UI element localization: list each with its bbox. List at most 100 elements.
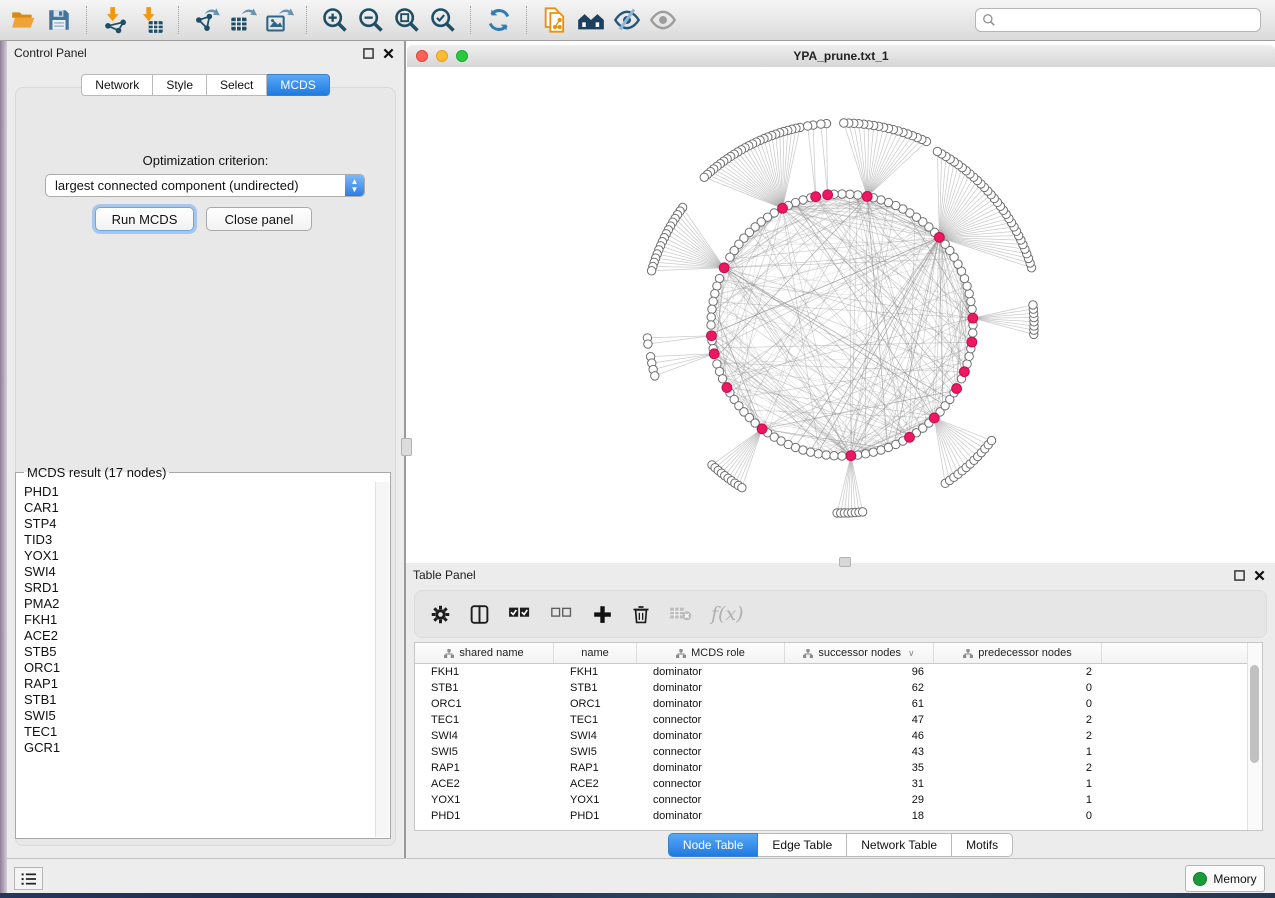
mcds-result-item[interactable]: SWI4 xyxy=(24,564,376,580)
tab-node-table[interactable]: Node Table xyxy=(668,833,759,857)
table-cell: ACE2 xyxy=(554,778,637,790)
table-cell: SWI5 xyxy=(554,746,637,758)
search-input[interactable] xyxy=(975,8,1261,32)
column-browser-button[interactable] xyxy=(469,604,490,625)
mcds-result-item[interactable]: PMA2 xyxy=(24,596,376,612)
run-mcds-button[interactable]: Run MCDS xyxy=(95,207,194,231)
tab-style[interactable]: Style xyxy=(153,74,207,96)
home-views-button[interactable] xyxy=(574,4,608,36)
close-panel-icon[interactable] xyxy=(383,48,394,59)
table-cell: ORC1 xyxy=(415,698,554,710)
export-image-button[interactable] xyxy=(262,4,296,36)
panel-splitter-handle[interactable] xyxy=(401,438,412,456)
tab-network-table[interactable]: Network Table xyxy=(847,833,952,857)
close-panel-button[interactable]: Close panel xyxy=(206,207,312,231)
table-row[interactable]: STB1STB1dominator620 xyxy=(415,680,1262,696)
table-cell: 1 xyxy=(934,794,1102,806)
select-all-button[interactable] xyxy=(508,604,532,624)
zoom-selected-icon xyxy=(429,6,457,34)
open-file-button[interactable] xyxy=(6,4,40,36)
export-network-icon xyxy=(192,6,222,34)
column-type-icon xyxy=(676,649,686,658)
close-panel-icon[interactable] xyxy=(1254,570,1265,581)
hide-selected-button[interactable] xyxy=(610,4,644,36)
table-scrollbar-thumb[interactable] xyxy=(1250,665,1259,763)
mcds-result-item[interactable]: SRD1 xyxy=(24,580,376,596)
memory-button[interactable]: Memory xyxy=(1185,865,1265,892)
task-history-button[interactable] xyxy=(14,867,43,890)
export-network-button[interactable] xyxy=(190,4,224,36)
table-cell: 1 xyxy=(934,746,1102,758)
table-row[interactable]: ORC1ORC1dominator610 xyxy=(415,696,1262,712)
table-row[interactable]: PHD1PHD1dominator180 xyxy=(415,808,1262,824)
table-splitter-handle[interactable] xyxy=(839,557,851,567)
mcds-result-list[interactable]: PHD1CAR1STP4TID3YOX1SWI4SRD1PMA2FKH1ACE2… xyxy=(17,482,376,837)
mcds-list-scrollbar[interactable] xyxy=(375,482,389,837)
table-cell: dominator xyxy=(637,666,785,678)
table-row[interactable]: RAP1RAP1dominator352 xyxy=(415,760,1262,776)
criterion-dropdown[interactable]: largest connected component (undirected)… xyxy=(45,174,365,197)
table-cell: YOX1 xyxy=(554,794,637,806)
network-graph[interactable] xyxy=(407,67,1275,563)
mcds-result-item[interactable]: PHD1 xyxy=(24,484,376,500)
save-session-button[interactable] xyxy=(42,4,76,36)
clone-network-button[interactable] xyxy=(538,4,572,36)
mcds-result-item[interactable]: TID3 xyxy=(24,532,376,548)
column-header-MCDS-role[interactable]: MCDS role xyxy=(637,643,785,663)
table-row[interactable]: FKH1FKH1dominator962 xyxy=(415,664,1262,680)
import-table-icon xyxy=(137,6,165,34)
column-header-name[interactable]: name xyxy=(554,643,637,663)
float-panel-icon[interactable] xyxy=(1234,570,1245,581)
open-folder-icon xyxy=(9,7,37,33)
tab-edge-table[interactable]: Edge Table xyxy=(758,833,847,857)
import-network-button[interactable] xyxy=(98,4,132,36)
tab-mcds[interactable]: MCDS xyxy=(267,74,329,96)
table-row[interactable]: SWI4SWI4dominator462 xyxy=(415,728,1262,744)
table-row[interactable]: TEC1TEC1connector472 xyxy=(415,712,1262,728)
import-table-button[interactable] xyxy=(134,4,168,36)
show-all-button[interactable] xyxy=(646,4,680,36)
control-panel-title: Control Panel xyxy=(7,46,87,60)
mcds-result-item[interactable]: FKH1 xyxy=(24,612,376,628)
clone-network-icon xyxy=(541,6,569,34)
tab-network[interactable]: Network xyxy=(81,74,153,96)
deselect-all-button[interactable] xyxy=(550,604,574,624)
zoom-selected-button[interactable] xyxy=(426,4,460,36)
add-column-button[interactable] xyxy=(592,604,613,625)
mcds-result-item[interactable]: CAR1 xyxy=(24,500,376,516)
table-scrollbar[interactable] xyxy=(1247,643,1262,830)
column-header-predecessor-nodes[interactable]: predecessor nodes xyxy=(934,643,1102,663)
table-row[interactable]: SWI5SWI5connector431 xyxy=(415,744,1262,760)
network-canvas[interactable] xyxy=(407,67,1275,563)
table-options-button[interactable] xyxy=(430,604,451,625)
mcds-result-item[interactable]: STB1 xyxy=(24,692,376,708)
mcds-result-item[interactable]: TEC1 xyxy=(24,724,376,740)
delete-column-button[interactable] xyxy=(631,604,651,625)
zoom-in-button[interactable] xyxy=(318,4,352,36)
column-header-successor-nodes[interactable]: successor nodes∨ xyxy=(785,643,934,663)
optimization-criterion-label: Optimization criterion: xyxy=(7,153,404,168)
mcds-result-item[interactable]: ACE2 xyxy=(24,628,376,644)
table-row[interactable]: ACE2ACE2connector311 xyxy=(415,776,1262,792)
sort-indicator-icon[interactable]: ∨ xyxy=(908,648,915,659)
zoom-fit-button[interactable] xyxy=(390,4,424,36)
zoom-out-button[interactable] xyxy=(354,4,388,36)
mcds-result-item[interactable]: ORC1 xyxy=(24,660,376,676)
table-row[interactable]: YOX1YOX1connector291 xyxy=(415,792,1262,808)
mcds-result-item[interactable]: RAP1 xyxy=(24,676,376,692)
tab-select[interactable]: Select xyxy=(207,74,267,96)
save-icon xyxy=(46,7,72,33)
mcds-result-item[interactable]: SWI5 xyxy=(24,708,376,724)
table-cell: RAP1 xyxy=(415,762,554,774)
apply-layout-button[interactable] xyxy=(482,4,516,36)
mcds-result-item[interactable]: GCR1 xyxy=(24,740,376,756)
float-panel-icon[interactable] xyxy=(363,48,374,59)
column-header-shared-name[interactable]: shared name xyxy=(415,643,554,663)
mcds-result-item[interactable]: STB5 xyxy=(24,644,376,660)
mcds-result-item[interactable]: YOX1 xyxy=(24,548,376,564)
export-table-button[interactable] xyxy=(226,4,260,36)
network-window-titlebar[interactable]: YPA_prune.txt_1 xyxy=(407,45,1275,68)
mcds-result-item[interactable]: STP4 xyxy=(24,516,376,532)
tab-motifs[interactable]: Motifs xyxy=(952,833,1013,857)
table-cell: 61 xyxy=(785,698,934,710)
